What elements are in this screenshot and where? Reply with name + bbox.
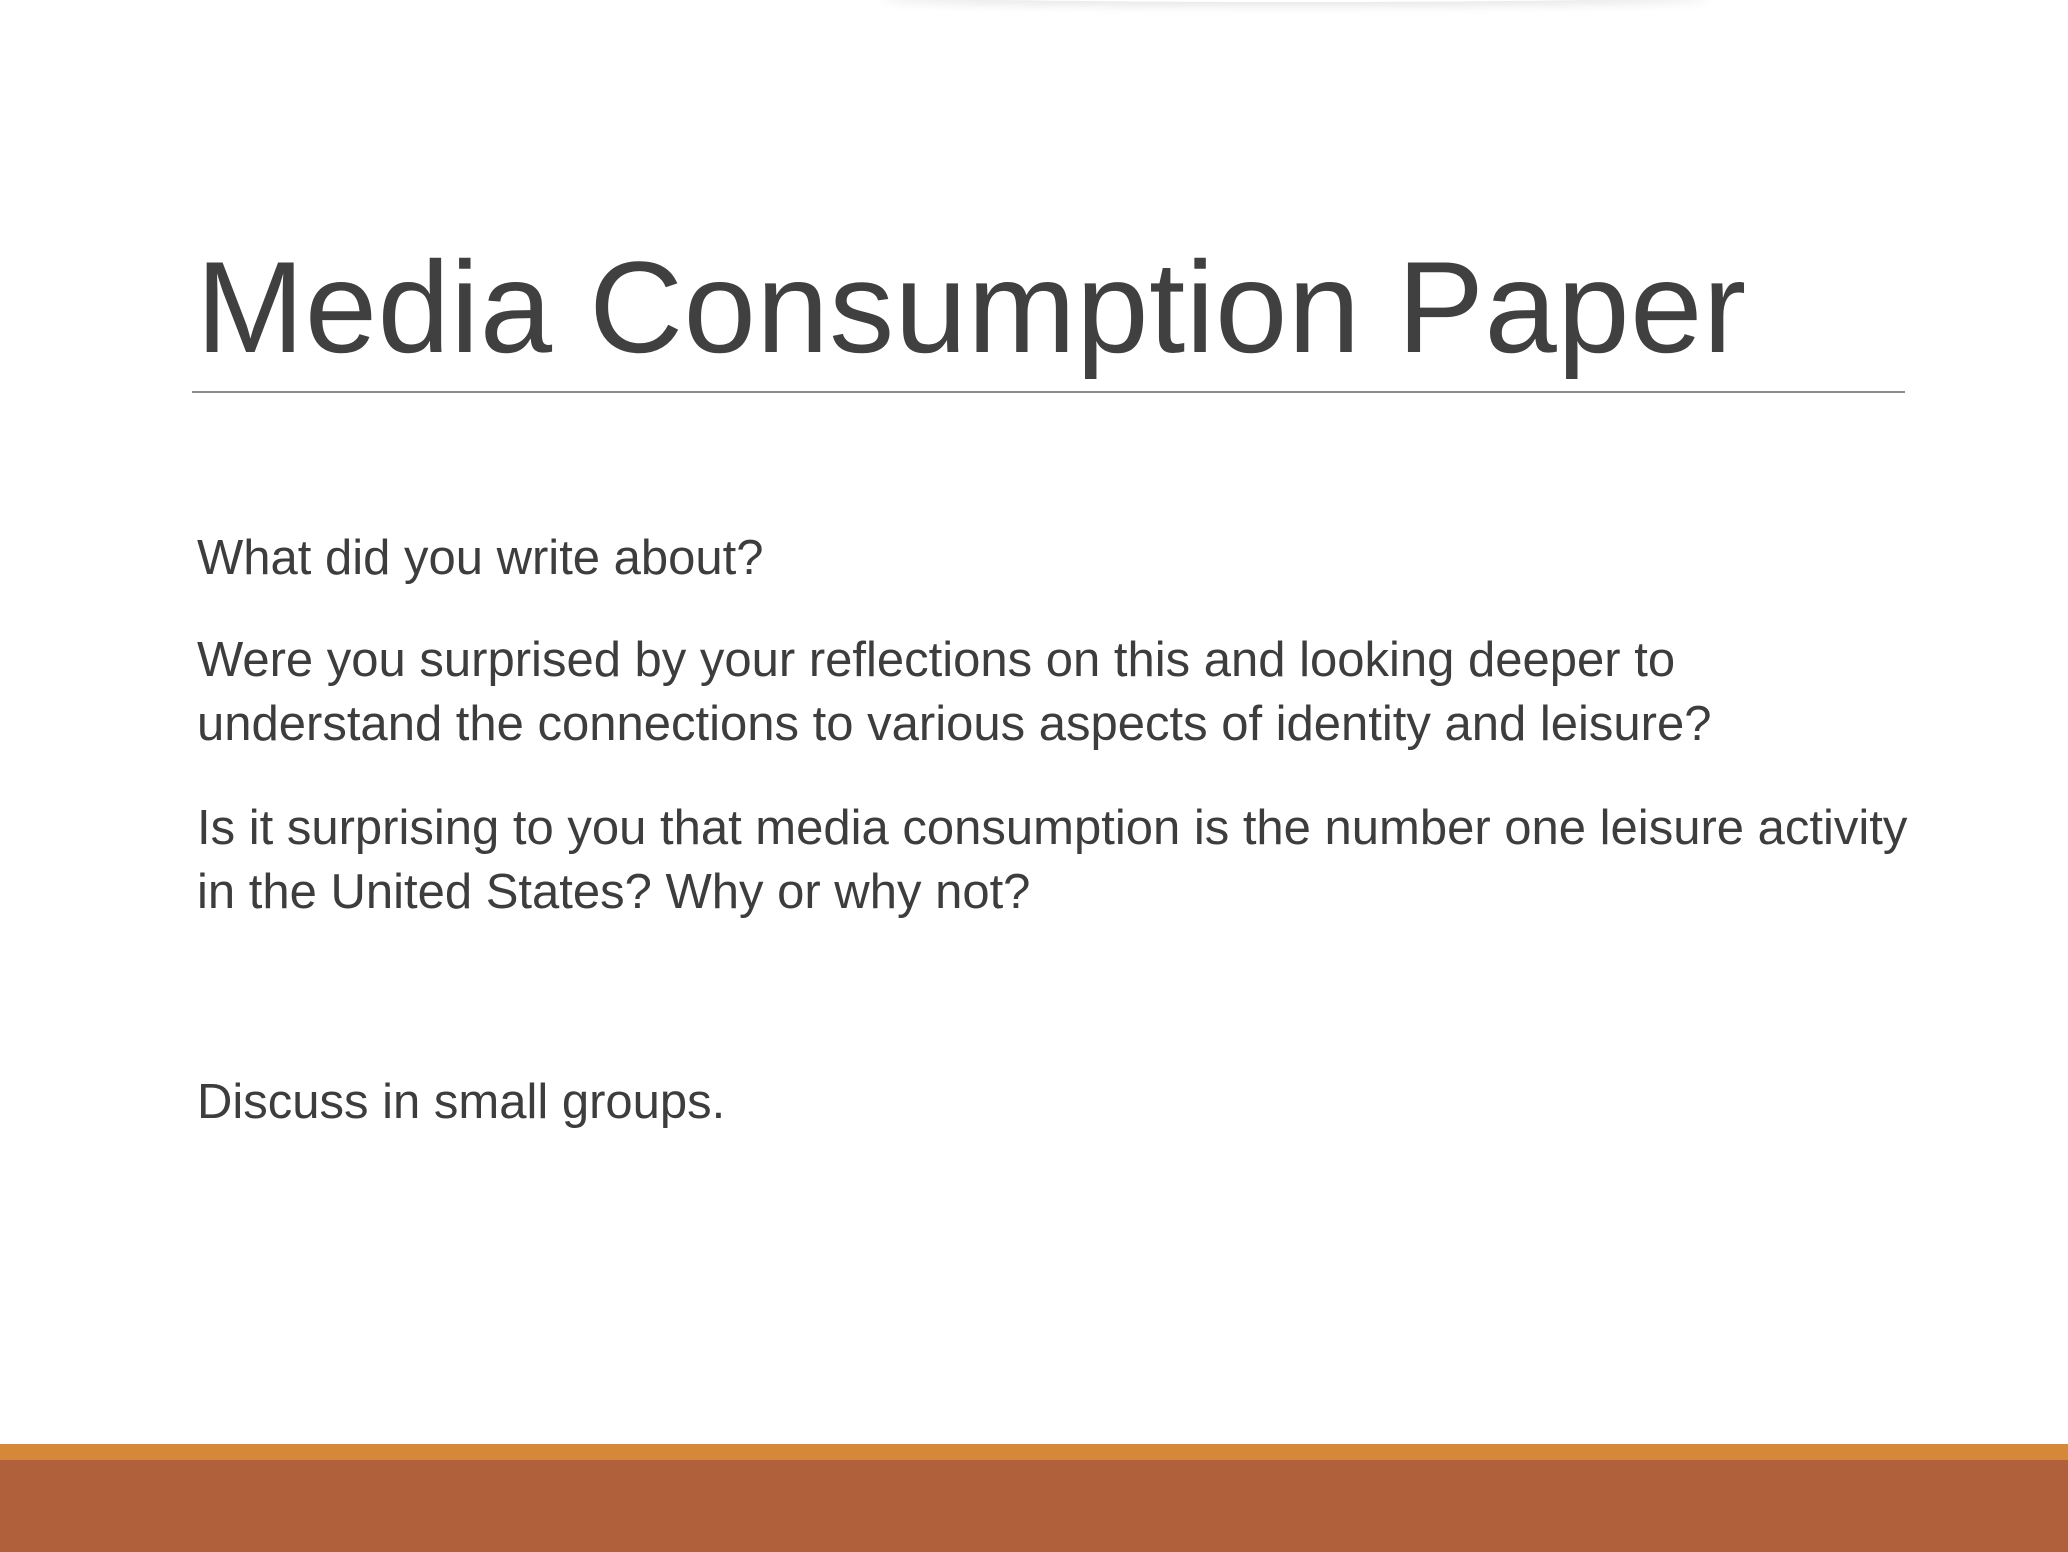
footer-accent-stripe [0,1444,2068,1460]
title-divider [192,391,1905,393]
slide-title: Media Consumption Paper [196,234,1747,380]
body-paragraph-1: What did you write about? [197,531,764,585]
slide: Media Consumption Paper What did you wri… [0,0,2068,1552]
footer-band [0,1460,2068,1552]
body-paragraph-2: Were you surprised by your reflections o… [197,633,1712,751]
body-paragraph-3: Is it surprising to you that media consu… [197,801,1908,919]
body-paragraph-4: Discuss in small groups. [197,1075,726,1129]
top-shadow-decoration [880,0,1710,2]
